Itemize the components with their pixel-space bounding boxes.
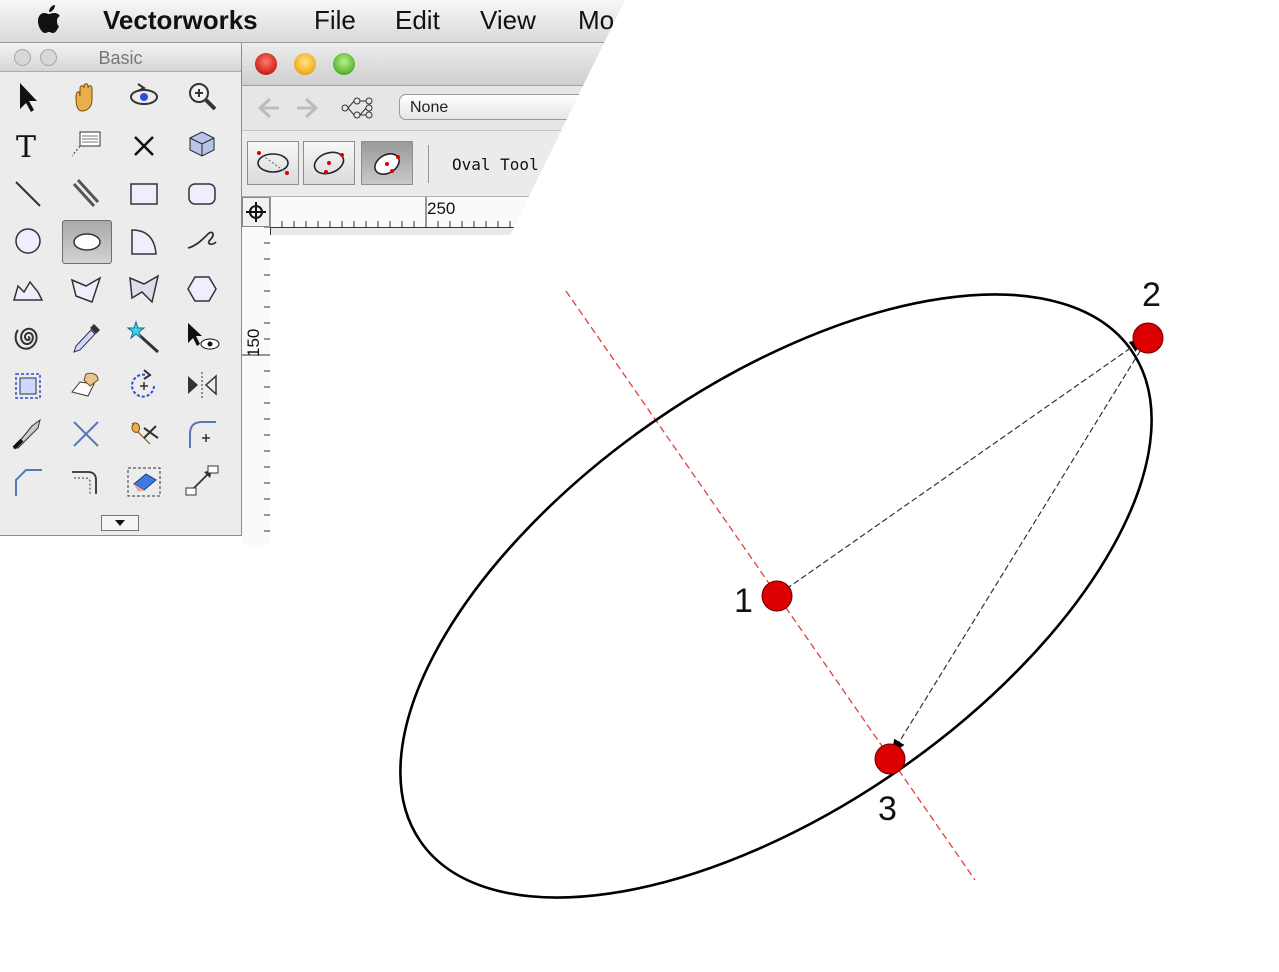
point-2-label: 2 <box>1142 276 1161 314</box>
minor-axis-arrow <box>891 342 1146 754</box>
major-axis-arrow <box>778 338 1144 595</box>
point-1-marker[interactable] <box>761 580 793 612</box>
oval-construction-diagram: 1 2 3 <box>299 175 1252 972</box>
point-3-marker[interactable] <box>874 743 906 775</box>
point-2-marker[interactable] <box>1132 322 1164 354</box>
point-1-label: 1 <box>734 582 753 620</box>
oval-shape[interactable] <box>299 175 1252 972</box>
point-3-label: 3 <box>878 790 897 828</box>
